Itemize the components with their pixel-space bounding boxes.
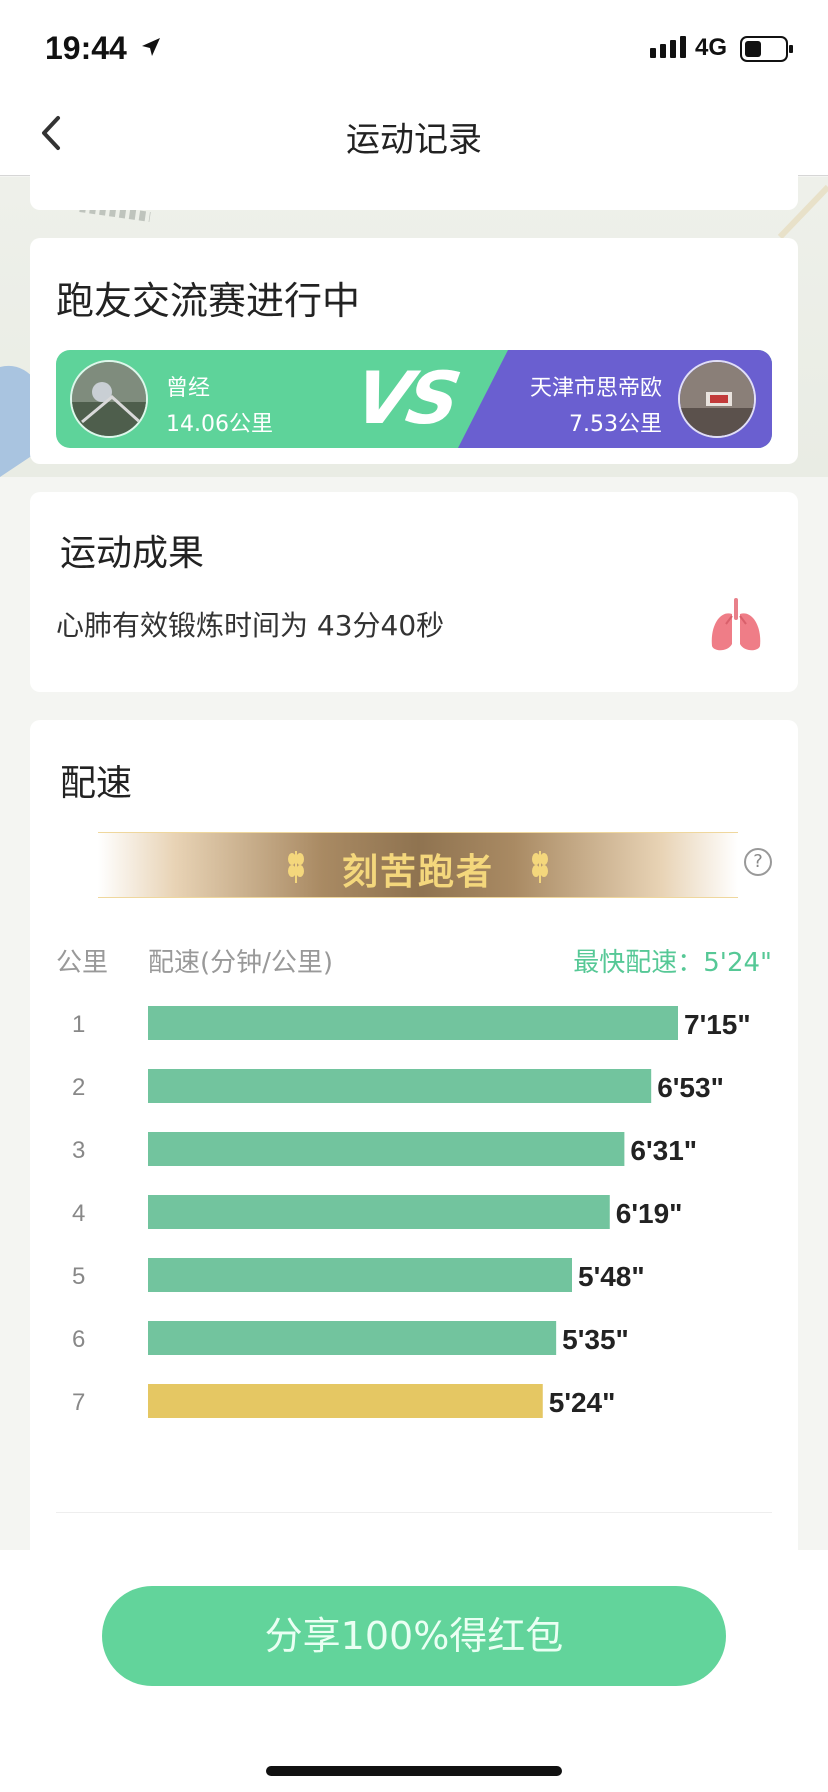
lungs-icon bbox=[711, 598, 761, 651]
km-label: 3 bbox=[72, 1137, 85, 1164]
pace-value-label: 6'53" bbox=[657, 1072, 724, 1103]
network-label: 4G bbox=[695, 34, 728, 61]
pace-bar bbox=[148, 1258, 572, 1292]
pace-card: 配速 刻苦跑者 ? 公里 配速(分钟/公里) 最快配速：5'24" 1 7'15"… bbox=[30, 720, 798, 1550]
map-card-bottom bbox=[30, 170, 798, 210]
right-runner-name: 天津市思帝欧 bbox=[529, 376, 662, 401]
runner-badge: 刻苦跑者 bbox=[98, 832, 738, 898]
left-runner-name: 曾经 bbox=[166, 376, 211, 401]
result-card: 运动成果 心肺有效锻炼时间为 43分40秒 bbox=[30, 492, 798, 692]
race-title: 跑友交流赛进行中 bbox=[56, 279, 361, 323]
column-header-pace: 配速(分钟/公里) bbox=[148, 948, 334, 978]
vs-bar[interactable]: 曾经 14.06公里 VS 天津市思帝欧 7.53公里 bbox=[56, 350, 772, 448]
pace-value-label: 6'31" bbox=[630, 1135, 697, 1166]
pace-bar bbox=[148, 1384, 543, 1418]
battery-icon bbox=[740, 36, 793, 62]
cardio-time-text: 心肺有效锻炼时间为 43分40秒 bbox=[56, 609, 445, 642]
help-icon[interactable]: ? bbox=[744, 848, 772, 876]
signal-icon bbox=[650, 36, 686, 58]
wheat-icon bbox=[532, 851, 548, 883]
result-title: 运动成果 bbox=[60, 533, 205, 574]
pace-bar bbox=[148, 1006, 678, 1040]
pace-value-label: 5'48" bbox=[578, 1261, 645, 1292]
km-label: 7 bbox=[72, 1389, 85, 1416]
badge-text: 刻苦跑者 bbox=[341, 852, 494, 893]
km-label: 1 bbox=[72, 1011, 85, 1038]
km-label: 4 bbox=[72, 1200, 85, 1227]
page-title: 运动记录 bbox=[346, 120, 482, 160]
pace-chart: 1 7'15" 2 6'53" 3 6'31" 4 6'19" 5 5'48" 6 5'35" 7 5'2… bbox=[72, 1006, 751, 1418]
pace-bar bbox=[148, 1321, 557, 1355]
share-button[interactable]: 分享100%得红包 bbox=[102, 1586, 726, 1686]
pace-bar bbox=[148, 1195, 610, 1229]
nav-bar: 运动记录 bbox=[0, 92, 828, 176]
status-time: 19:44 bbox=[45, 30, 127, 66]
status-bar: 19:44 4G bbox=[0, 0, 828, 92]
race-card[interactable]: 跑友交流赛进行中 曾经 14.06公里 VS 天津市思帝欧 7.53公里 bbox=[30, 238, 798, 464]
chart-divider bbox=[56, 1512, 772, 1513]
pace-value-label: 5'35" bbox=[562, 1324, 629, 1355]
pace-title: 配速 bbox=[60, 763, 133, 804]
km-label: 5 bbox=[72, 1263, 85, 1290]
pace-value-label: 7'15" bbox=[684, 1009, 751, 1040]
km-label: 2 bbox=[72, 1074, 85, 1101]
left-runner-distance: 14.06公里 bbox=[166, 412, 273, 437]
bottom-bar: 分享100%得红包 bbox=[0, 1550, 828, 1792]
pace-bar bbox=[148, 1132, 625, 1166]
fastest-pace: 最快配速：5'24" bbox=[573, 948, 772, 978]
km-label: 6 bbox=[72, 1326, 85, 1353]
pace-value-label: 6'19" bbox=[616, 1198, 683, 1229]
vs-label: VS bbox=[348, 356, 463, 440]
location-arrow-icon bbox=[142, 38, 160, 56]
left-runner-avatar[interactable] bbox=[70, 360, 148, 438]
right-runner-distance: 7.53公里 bbox=[569, 412, 662, 437]
pace-bar bbox=[148, 1069, 652, 1103]
pace-value-label: 5'24" bbox=[549, 1387, 616, 1418]
right-runner-avatar[interactable] bbox=[678, 360, 756, 438]
column-header-km: 公里 bbox=[56, 948, 109, 978]
home-indicator bbox=[266, 1766, 562, 1776]
